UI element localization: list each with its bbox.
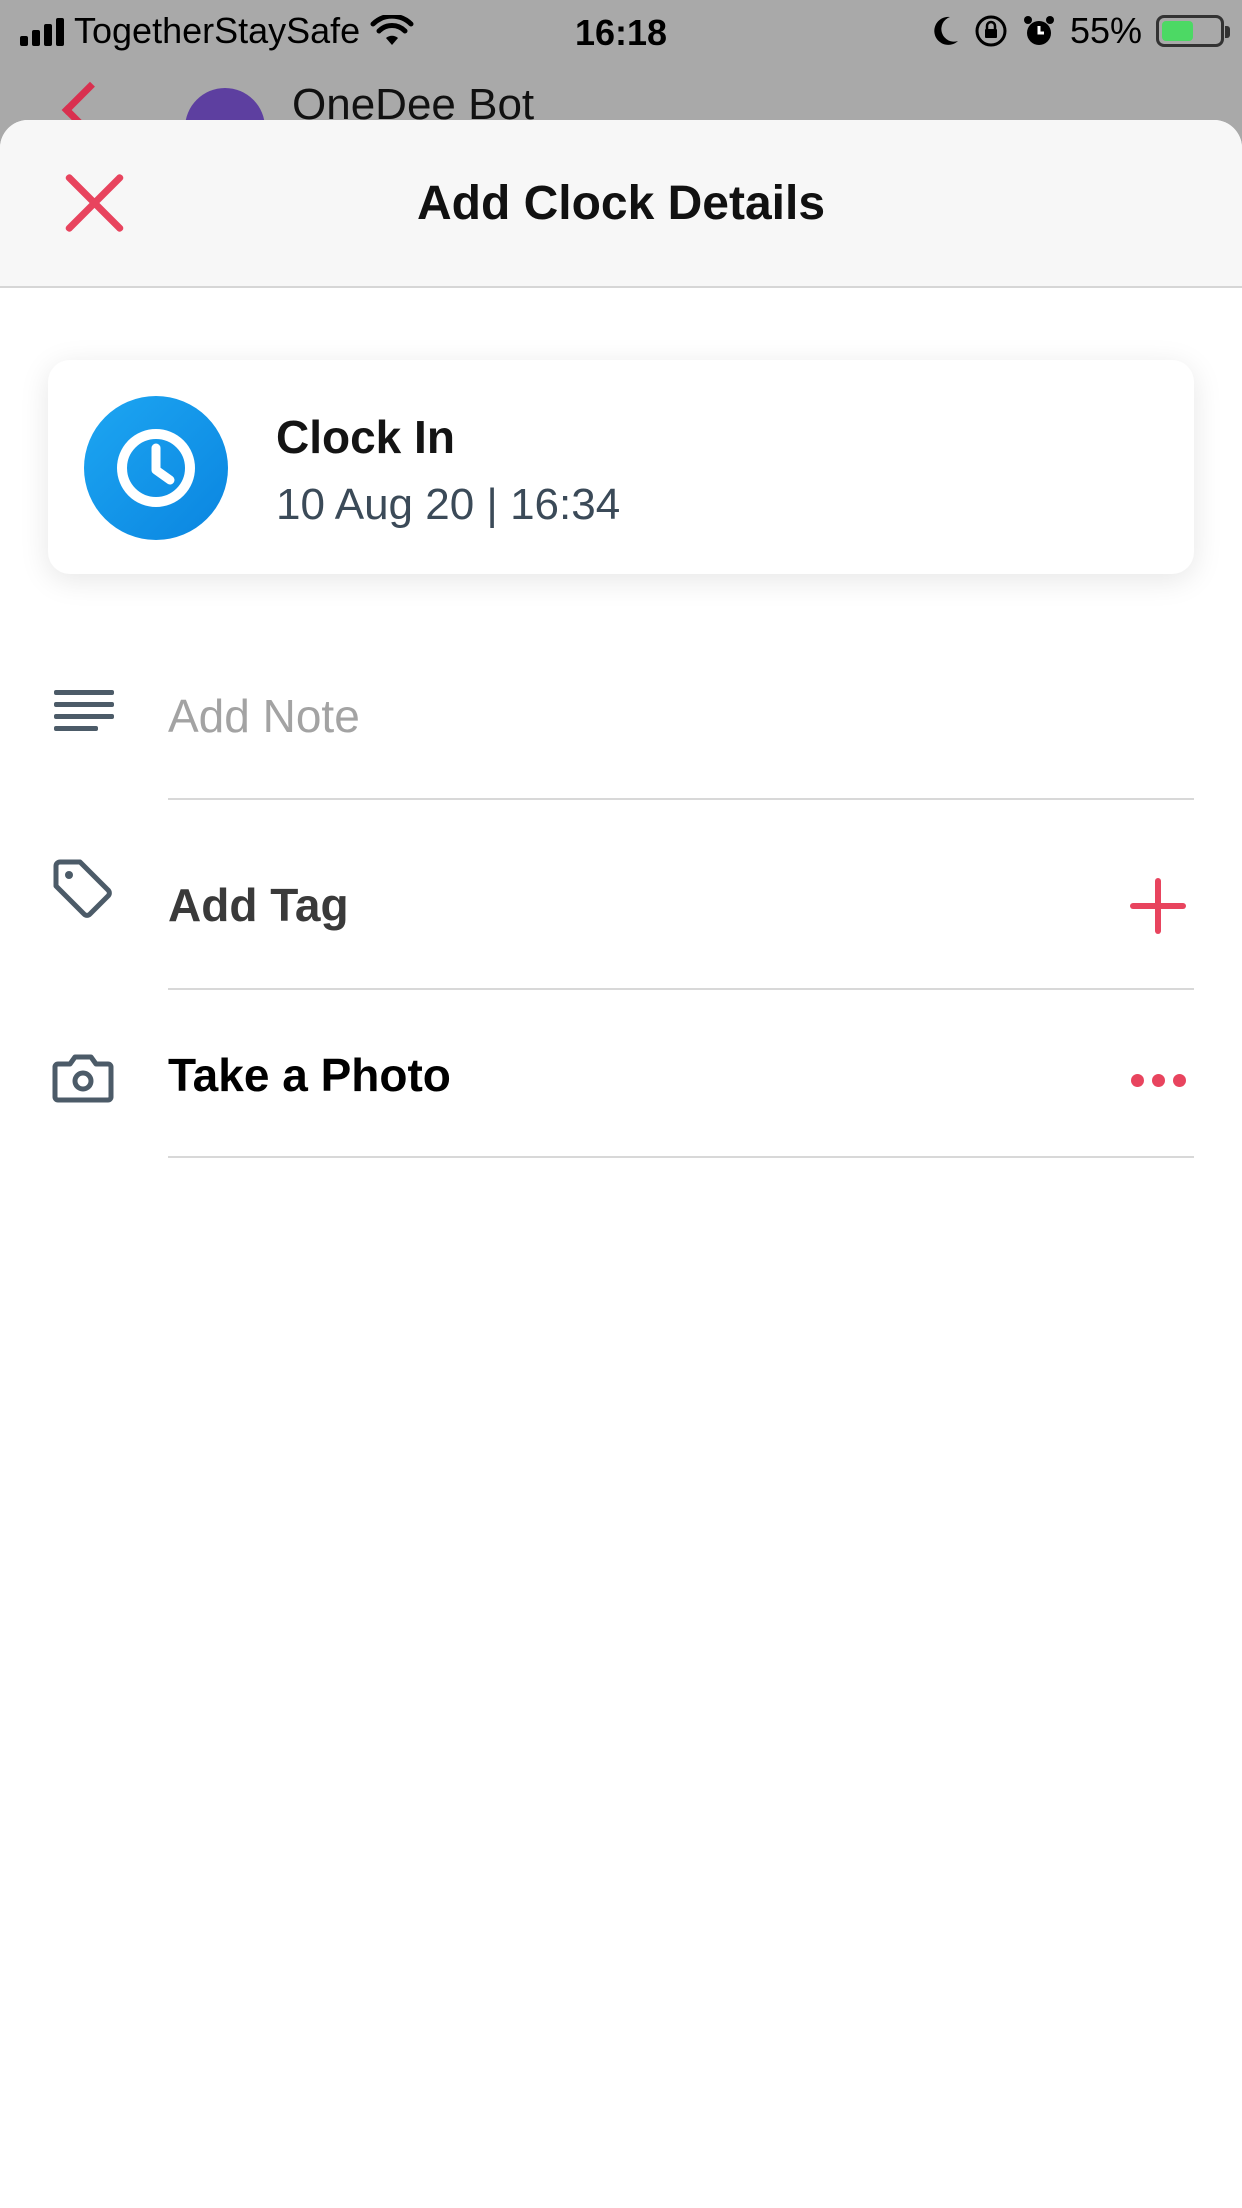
notes-icon (54, 690, 114, 731)
clock-in-card: Clock In 10 Aug 20 | 16:34 (48, 360, 1194, 574)
more-icon[interactable] (1131, 1074, 1186, 1087)
divider (168, 1156, 1194, 1158)
take-photo-label: Take a Photo (168, 1049, 451, 1101)
clock-datetime: 10 Aug 20 | 16:34 (276, 480, 621, 529)
alarm-icon (1023, 16, 1054, 45)
battery-percent: 55% (1069, 10, 1142, 51)
take-photo-row[interactable]: Take a Photo (0, 990, 1242, 1158)
battery-fill (1162, 21, 1193, 41)
add-clock-details-sheet: Add Clock Details Clock In 10 Aug 20 | 1… (0, 120, 1242, 2208)
add-note-input[interactable] (168, 676, 1168, 756)
moon-icon (934, 16, 958, 45)
add-tag-label: Add Tag (168, 879, 349, 931)
rotation-lock-icon (975, 15, 1007, 47)
note-row (0, 660, 1242, 800)
add-tag-row[interactable]: Add Tag (0, 820, 1242, 990)
page-title: Add Clock Details (416, 177, 826, 230)
plus-icon[interactable] (1130, 878, 1186, 934)
clock-icon (84, 396, 228, 540)
camera-icon (52, 1054, 114, 1103)
divider (168, 798, 1194, 800)
tag-icon (53, 859, 112, 918)
clock-type-label: Clock In (276, 411, 455, 463)
sheet-header: Add Clock Details (0, 120, 1242, 288)
status-bar: TogetherStaySafe 16:18 55% (0, 0, 1242, 64)
status-right: 55% (930, 10, 1230, 52)
battery-icon (1156, 15, 1230, 47)
